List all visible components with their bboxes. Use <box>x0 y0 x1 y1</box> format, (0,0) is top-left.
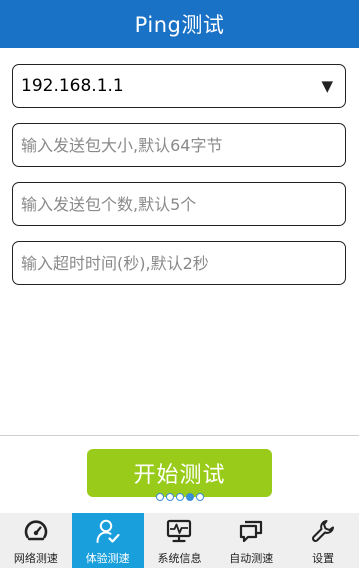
page-dot[interactable] <box>165 493 174 501</box>
monitor-pulse-icon <box>165 517 193 545</box>
page-title: Ping测试 <box>134 13 225 37</box>
page-dot[interactable] <box>195 493 204 501</box>
app-header: Ping测试 <box>0 0 359 48</box>
nav-label: 系统信息 <box>157 552 202 565</box>
timeout-field <box>12 241 346 285</box>
page-indicator <box>0 493 359 503</box>
dropdown-arrow-icon: ▼ <box>321 77 333 95</box>
packet-size-input[interactable] <box>21 124 337 166</box>
page-dot[interactable] <box>175 493 184 501</box>
nav-label: 设置 <box>312 552 335 565</box>
nav-label: 网络测速 <box>13 552 58 565</box>
chat-bubbles-icon <box>237 517 265 545</box>
bottom-nav: 网络测速 体验测速 系统信息 自动测速 设置 <box>0 513 359 568</box>
speedometer-icon <box>22 517 50 545</box>
page-dot-active[interactable] <box>185 493 194 501</box>
user-check-icon <box>94 517 122 545</box>
packet-count-input[interactable] <box>21 183 337 225</box>
nav-label: 自动测速 <box>229 552 274 565</box>
nav-item-settings[interactable]: 设置 <box>287 513 359 568</box>
nav-item-auto-speed[interactable]: 自动测速 <box>215 513 287 568</box>
nav-item-experience-speed[interactable]: 体验测速 <box>71 513 144 568</box>
host-select-value: 192.168.1.1 <box>21 76 124 96</box>
page-dot[interactable] <box>155 493 164 501</box>
nav-item-network-speed[interactable]: 网络测速 <box>0 513 72 568</box>
nav-item-system-info[interactable]: 系统信息 <box>144 513 216 568</box>
timeout-input[interactable] <box>21 242 337 284</box>
ping-test-screen: Ping测试 192.168.1.1 ▼ 开始测试 <box>0 0 359 568</box>
packet-count-field <box>12 182 346 226</box>
packet-size-field <box>12 123 346 167</box>
divider <box>0 435 359 436</box>
host-select[interactable]: 192.168.1.1 ▼ <box>12 64 346 108</box>
start-test-button[interactable]: 开始测试 <box>87 449 272 497</box>
wrench-icon <box>309 517 337 545</box>
nav-label: 体验测速 <box>85 552 130 565</box>
